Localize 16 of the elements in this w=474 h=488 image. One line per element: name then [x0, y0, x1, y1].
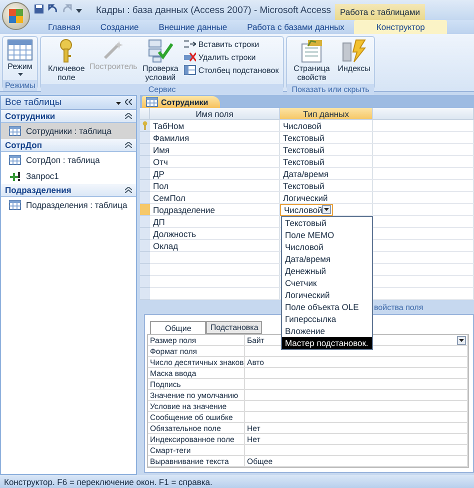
nav-item-label: Подразделения : таблица: [26, 200, 128, 210]
nav-item-label: Запрос1: [26, 171, 59, 181]
column-header: Имя поля: [150, 108, 280, 120]
status-bar: Конструктор. F6 = переключение окон. F1 = справка.: [0, 475, 474, 488]
group-label: Режимы: [3, 80, 38, 91]
nav-group-title: Сотрудники: [5, 111, 56, 121]
context-tab-label: Работа с таблицами: [335, 4, 425, 20]
section-label: войства поля: [374, 302, 424, 312]
window-title: Кадры : база данных (Access 2007) - Microsoft Access: [96, 4, 332, 16]
nav-group-title: СотрДоп: [5, 140, 42, 150]
column-header: Тип данных: [280, 108, 373, 120]
nav-item-label: Сотрудники : таблица: [26, 126, 112, 136]
nav-group-title: Подразделения: [5, 185, 72, 195]
group-label: Показать или скрыть: [286, 84, 374, 95]
nav-item-label: СотрДоп : таблица: [26, 155, 100, 165]
group-label: Сервис: [41, 84, 283, 95]
